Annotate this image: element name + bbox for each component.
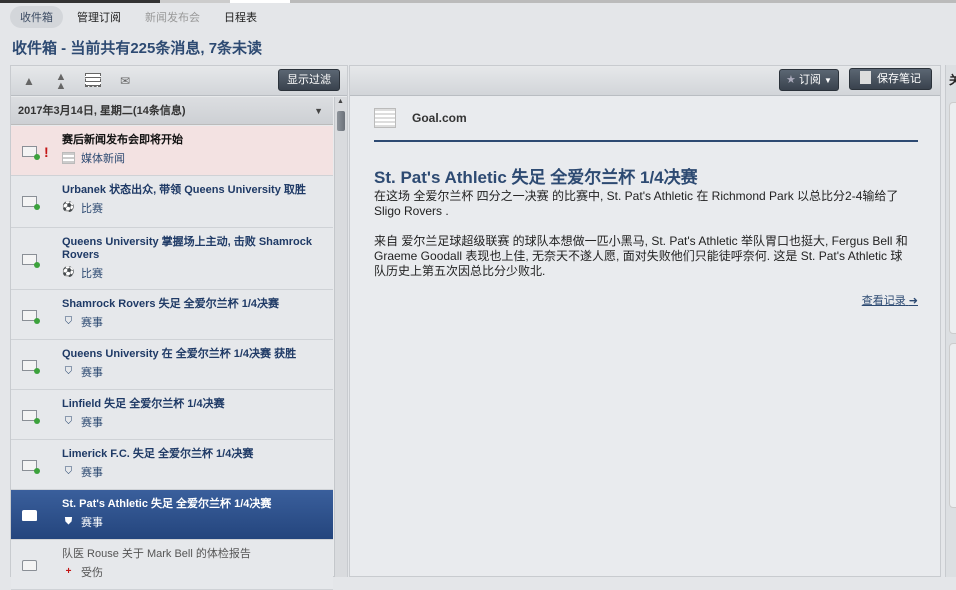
window-top-strip bbox=[0, 0, 956, 3]
football-icon: ⚽ bbox=[62, 202, 75, 213]
tab-schedule[interactable]: 日程表 bbox=[214, 6, 267, 28]
list-item-selected[interactable]: St. Pat's Athletic 失足 全爱尔兰杯 1/4决赛 ⛊ 赛事 bbox=[11, 490, 333, 540]
star-icon: ★ bbox=[786, 74, 796, 86]
shield-icon: ⛉ bbox=[64, 366, 73, 377]
list-item[interactable]: Linfield 失足 全爱尔兰杯 1/4决赛 ⛉ 赛事 bbox=[11, 390, 333, 440]
select-all-icon[interactable] bbox=[85, 73, 101, 87]
note-add-icon bbox=[860, 71, 871, 84]
list-item[interactable]: Shamrock Rovers 失足 全爱尔兰杯 1/4决赛 ⛉ 赛事 bbox=[11, 290, 333, 340]
scroll-up-icon[interactable]: ▲ bbox=[337, 98, 344, 105]
open-mail-icon bbox=[22, 560, 37, 571]
page-title: 收件箱 - 当前共有225条消息, 7条未读 bbox=[12, 40, 263, 57]
save-note-label: 保存笔记 bbox=[877, 73, 921, 85]
message-detail-panel: ★ 订阅 ▼ 保存笔记 Goal.com St. Pat's Athletic … bbox=[349, 65, 941, 577]
newspaper-icon bbox=[62, 152, 75, 164]
list-item[interactable]: Limerick F.C. 失足 全爱尔兰杯 1/4决赛 ⛉ 赛事 bbox=[11, 440, 333, 490]
message-category: 比赛 bbox=[81, 203, 103, 215]
message-title: Shamrock Rovers 失足 全爱尔兰杯 1/4决赛 bbox=[62, 298, 280, 310]
source-name: Goal.com bbox=[412, 111, 467, 125]
message-list: ! 赛后新闻发布会即将开始 媒体新闻 Urbanek 状态出众, 带领 Quee… bbox=[11, 126, 333, 590]
arrow-right-icon: ➜ bbox=[908, 295, 918, 307]
double-arrow-up-icon[interactable]: ▲ ▲ bbox=[53, 72, 69, 92]
shield-icon: ⛉ bbox=[64, 466, 73, 477]
scrollbar-thumb[interactable] bbox=[337, 111, 345, 131]
tab-manage-subscriptions[interactable]: 管理订阅 bbox=[67, 6, 131, 28]
right-panel-card bbox=[949, 343, 956, 508]
list-item[interactable]: Urbanek 状态出众, 带领 Queens University 取胜 ⚽ 比… bbox=[11, 176, 333, 228]
date-group-label: 2017年3月14日, 星期二(14条信息) bbox=[18, 105, 186, 117]
shield-icon: ⛉ bbox=[64, 416, 73, 427]
article-paragraph: 来自 爱尔兰足球超级联赛 的球队本想做一匹小黑马, St. Pat's Athl… bbox=[374, 234, 908, 278]
arrow-up-icon[interactable]: ▲ bbox=[21, 73, 37, 89]
subscribe-label: 订阅 bbox=[798, 74, 821, 86]
mail-icon[interactable]: ✉ bbox=[117, 73, 133, 89]
list-item[interactable]: ! 赛后新闻发布会即将开始 媒体新闻 bbox=[11, 126, 333, 176]
inbox-tabs: 收件箱 管理订阅 新闻发布会 日程表 bbox=[10, 6, 267, 28]
message-list-panel: ▲ ▲ ▲ ✉ 显示过滤 2017年3月14日, 星期二(14条信息) ▼ ! 赛后… bbox=[10, 65, 348, 590]
message-category: 受伤 bbox=[81, 567, 103, 579]
unread-mail-icon bbox=[22, 146, 40, 160]
save-note-button[interactable]: 保存笔记 bbox=[849, 68, 932, 90]
football-icon: ⚽ bbox=[62, 267, 75, 278]
list-item[interactable]: 队医 Rouse 关于 Mark Bell 的体检报告 + 受伤 bbox=[11, 540, 333, 590]
urgent-icon: ! bbox=[44, 144, 49, 160]
message-category: 赛事 bbox=[81, 317, 103, 329]
view-history-label: 查看记录 bbox=[861, 295, 906, 307]
unread-mail-icon bbox=[22, 410, 40, 424]
injury-cross-icon: + bbox=[65, 566, 72, 577]
list-toolbar: ▲ ▲ ▲ ✉ 显示过滤 bbox=[11, 66, 347, 96]
message-title: Urbanek 状态出众, 带领 Queens University 取胜 bbox=[62, 184, 306, 196]
subscribe-button[interactable]: ★ 订阅 ▼ bbox=[779, 69, 839, 91]
list-item[interactable]: Queens University 在 全爱尔兰杯 1/4决赛 获胜 ⛉ 赛事 bbox=[11, 340, 333, 390]
message-category: 赛事 bbox=[81, 467, 103, 479]
message-category: 比赛 bbox=[81, 268, 103, 280]
open-mail-icon bbox=[22, 510, 37, 521]
unread-mail-icon bbox=[22, 360, 40, 374]
message-title: Limerick F.C. 失足 全爱尔兰杯 1/4决赛 bbox=[62, 448, 254, 460]
message-category: 赛事 bbox=[81, 367, 103, 379]
shield-icon: ⛊ bbox=[64, 516, 73, 527]
message-category: 媒体新闻 bbox=[81, 153, 125, 165]
list-item[interactable]: Queens University 掌握场上主动, 击败 Shamrock Ro… bbox=[11, 228, 333, 290]
divider bbox=[374, 140, 918, 142]
unread-mail-icon bbox=[22, 460, 40, 474]
newspaper-icon bbox=[374, 108, 396, 128]
article-paragraph: 在这场 全爱尔兰杯 四分之一决赛 的比赛中, St. Pat's Athleti… bbox=[374, 189, 899, 218]
list-scrollbar[interactable]: ▲ bbox=[334, 97, 347, 577]
unread-mail-icon bbox=[22, 254, 40, 268]
unread-mail-icon bbox=[22, 310, 40, 324]
chevron-down-icon[interactable]: ▼ bbox=[314, 97, 323, 125]
tab-inbox[interactable]: 收件箱 bbox=[10, 6, 63, 28]
date-group-header[interactable]: 2017年3月14日, 星期二(14条信息) ▼ bbox=[11, 97, 333, 125]
message-title: 赛后新闻发布会即将开始 bbox=[62, 134, 183, 146]
message-title: St. Pat's Athletic 失足 全爱尔兰杯 1/4决赛 bbox=[62, 498, 272, 510]
right-side-panel: 关 bbox=[945, 65, 956, 577]
article-source: Goal.com bbox=[374, 108, 467, 128]
tab-press-conference: 新闻发布会 bbox=[145, 12, 200, 24]
detail-toolbar: ★ 订阅 ▼ 保存笔记 bbox=[350, 66, 940, 96]
unread-mail-icon bbox=[22, 196, 40, 210]
shield-icon: ⛉ bbox=[64, 316, 73, 327]
message-title: Queens University 在 全爱尔兰杯 1/4决赛 获胜 bbox=[62, 348, 297, 360]
message-category: 赛事 bbox=[81, 517, 103, 529]
show-filter-button[interactable]: 显示过滤 bbox=[278, 69, 340, 91]
view-history-link[interactable]: 查看记录 ➜ bbox=[862, 292, 918, 308]
right-panel-header: 关 bbox=[946, 65, 956, 95]
message-title: Linfield 失足 全爱尔兰杯 1/4决赛 bbox=[62, 398, 225, 410]
message-title: 队医 Rouse 关于 Mark Bell 的体检报告 bbox=[62, 548, 251, 560]
message-title: Queens University 掌握场上主动, 击败 Shamrock Ro… bbox=[62, 236, 313, 261]
article-headline: St. Pat's Athletic 失足 全爱尔兰杯 1/4决赛 bbox=[374, 168, 698, 187]
right-panel-card bbox=[949, 102, 956, 334]
article-body: 在这场 全爱尔兰杯 四分之一决赛 的比赛中, St. Pat's Athleti… bbox=[374, 189, 914, 294]
chevron-down-icon: ▼ bbox=[824, 76, 832, 85]
message-category: 赛事 bbox=[81, 417, 103, 429]
